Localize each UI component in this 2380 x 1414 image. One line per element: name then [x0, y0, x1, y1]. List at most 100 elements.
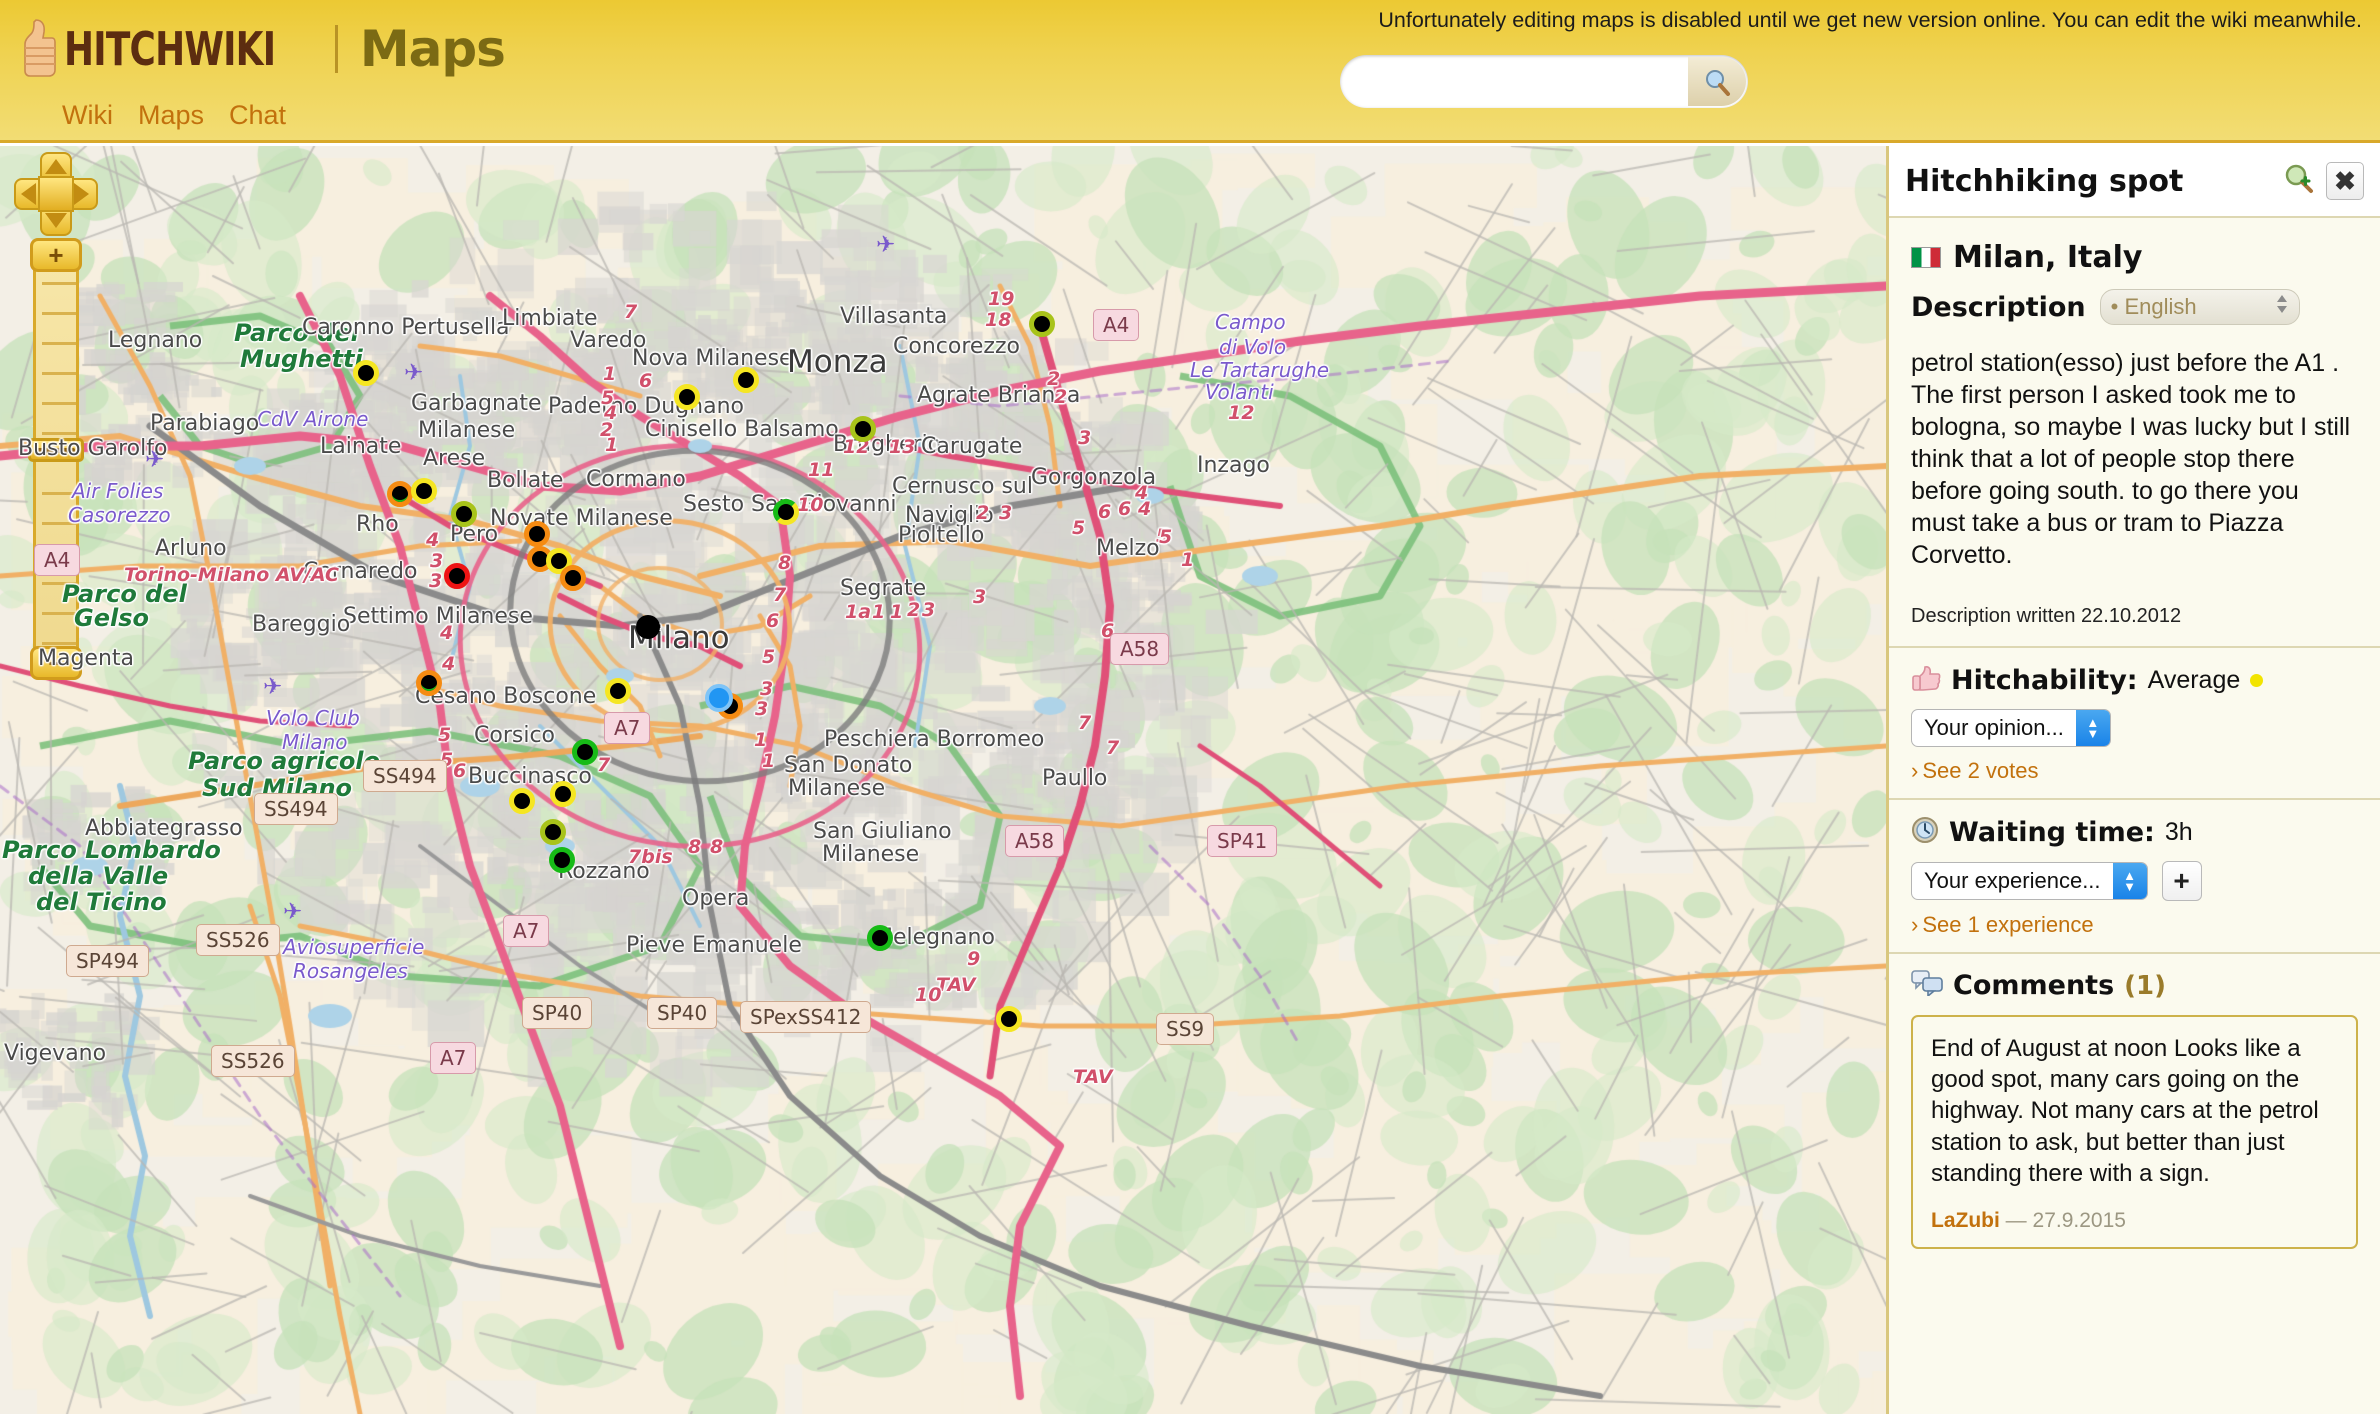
- map-road-shield: A4: [1093, 309, 1140, 341]
- waiting-time-header-row: Waiting time: 3h: [1911, 816, 2358, 849]
- hitchability-header-row: Hitchability: Average: [1911, 664, 2358, 697]
- pan-center-button[interactable]: [38, 176, 74, 212]
- nav-item-wiki[interactable]: Wiki: [62, 100, 113, 131]
- spot-title-row: Milan, Italy: [1911, 240, 2358, 275]
- hitchhiking-spot-marker[interactable]: [550, 781, 576, 807]
- hitchability-value: Average: [2147, 666, 2241, 694]
- hitchability-opinion-select[interactable]: Your opinion... ▲ ▼: [1911, 709, 2111, 747]
- hitchhiking-spot-marker[interactable]: [674, 384, 700, 410]
- hitchhiking-spot-marker[interactable]: [451, 501, 477, 527]
- editing-disabled-notice: Unfortunately editing maps is disabled u…: [1378, 8, 2362, 32]
- panel-title: Hitchhiking spot: [1905, 163, 2184, 199]
- zoom-slider-track[interactable]: [33, 251, 79, 676]
- comments-section: Comments (1) End of August at noon Looks…: [1889, 954, 2380, 1263]
- language-select[interactable]: • English: [2099, 289, 2300, 325]
- see-experience-link[interactable]: › See 1 experience: [1911, 912, 2358, 938]
- map-road-shield: SPexSS412: [740, 1001, 872, 1033]
- hitchhiking-spot-marker[interactable]: [867, 925, 893, 951]
- hitchhiking-spot-marker[interactable]: [850, 416, 876, 442]
- hitchhiking-spot-marker[interactable]: [605, 678, 631, 704]
- map-viewport[interactable]: + − Legnano Parco dei Mughetti Caronno Pert…: [0, 146, 1886, 1414]
- hitchhiking-spot-marker[interactable]: [416, 670, 442, 696]
- logo-divider: [334, 25, 338, 73]
- comment-item: End of August at noon Looks like a good …: [1911, 1015, 2358, 1249]
- pan-right-arrow-icon: [74, 183, 89, 205]
- map-road-shield: SS494: [254, 793, 338, 825]
- waiting-time-experience-value: Your experience...: [1924, 868, 2101, 893]
- comment-meta: LaZubi — 27.9.2015: [1931, 1209, 2338, 1233]
- map-road-shield: A7: [503, 915, 550, 947]
- comments-label: Comments: [1953, 970, 2115, 1001]
- hitchhiking-spot-marker[interactable]: [353, 360, 379, 386]
- map-tiles[interactable]: [0, 146, 1886, 1414]
- map-road-shield: A7: [430, 1042, 477, 1074]
- spot-description-section: Milan, Italy Description • English petro…: [1889, 218, 2380, 648]
- spot-detail-panel: Hitchhiking spot ✖ Milan, Italy Descript…: [1886, 146, 2380, 1414]
- hitchhiking-spot-marker[interactable]: [444, 563, 470, 589]
- nav-item-maps[interactable]: Maps: [138, 100, 204, 131]
- map-road-shield: SP40: [522, 997, 593, 1029]
- airfield-icon: ✈: [876, 231, 896, 257]
- hitchability-rating-dot: [2250, 674, 2264, 687]
- airfield-icon: ✈: [283, 898, 303, 924]
- selected-spot-marker[interactable]: [705, 684, 733, 712]
- comment-bubbles-icon: [1911, 970, 1943, 1001]
- zoom-out-button[interactable]: −: [30, 646, 82, 680]
- brand-block: HITCHWIKI Maps: [22, 14, 506, 84]
- comment-text: End of August at noon Looks like a good …: [1931, 1035, 2319, 1187]
- description-text: petrol station(esso) just before the A1 …: [1911, 349, 2351, 569]
- hitchhiking-spot-marker[interactable]: [996, 1006, 1022, 1032]
- spot-name-label: Milan, Italy: [1953, 240, 2143, 275]
- map-road-shield: SP40: [647, 997, 718, 1029]
- description-written-date: Description written 22.10.2012: [1911, 605, 2182, 627]
- hitchhiking-spot-marker[interactable]: [572, 739, 598, 765]
- map-road-shield: SS526: [211, 1045, 295, 1077]
- waiting-time-value: 3h: [2164, 818, 2193, 846]
- hitchhiking-spot-marker[interactable]: [773, 499, 799, 525]
- comment-author[interactable]: LaZubi: [1931, 1209, 2000, 1232]
- add-experience-button[interactable]: +: [2161, 861, 2202, 901]
- zoom-to-spot-icon[interactable]: [2282, 162, 2316, 201]
- italy-flag-icon: [1911, 247, 1941, 268]
- hitchhiking-spot-marker[interactable]: [411, 478, 437, 504]
- see-votes-label: See 2 votes: [1922, 758, 2039, 783]
- hitchhiking-spot-marker[interactable]: [509, 788, 535, 814]
- waiting-time-controls: Your experience... ▲ ▼ +: [1911, 861, 2358, 901]
- hitchability-controls: Your opinion... ▲ ▼: [1911, 709, 2358, 747]
- hitchhiking-spot-marker[interactable]: [387, 481, 413, 507]
- map-pan-control[interactable]: [14, 152, 98, 236]
- search-box[interactable]: [1340, 55, 1748, 108]
- hitchhiking-spot-marker[interactable]: [733, 367, 759, 393]
- hitchability-label: Hitchability:: [1951, 665, 2138, 696]
- search-button[interactable]: [1688, 57, 1746, 106]
- map-road-shield: A7: [604, 712, 651, 744]
- pan-left-arrow-icon: [21, 183, 36, 205]
- thumbs-up-logo-icon: [22, 18, 56, 80]
- hitchhiking-spot-marker[interactable]: [540, 819, 566, 845]
- main-nav: Wiki Maps Chat: [62, 100, 286, 131]
- site-logo-subtitle: Maps: [359, 20, 506, 78]
- hitchhiking-spot-marker[interactable]: [549, 847, 575, 873]
- chevron-updown-icon: [2275, 293, 2289, 321]
- pan-down-arrow-icon: [45, 213, 67, 228]
- search-input[interactable]: [1340, 55, 1688, 108]
- close-panel-button[interactable]: ✖: [2326, 162, 2364, 200]
- zoom-slider-handle[interactable]: [28, 438, 84, 462]
- site-logo-text[interactable]: HITCHWIKI: [64, 22, 276, 76]
- zoom-in-button[interactable]: +: [30, 238, 82, 272]
- chevron-updown-icon: ▲ ▼: [2112, 863, 2147, 899]
- hitchhiking-spot-marker[interactable]: [524, 521, 550, 547]
- comment-date: 27.9.2015: [2032, 1208, 2126, 1232]
- airfield-icon: ✈: [145, 446, 165, 472]
- see-experience-label: See 1 experience: [1922, 912, 2094, 937]
- language-select-value: • English: [2110, 294, 2197, 319]
- description-label: Description: [1911, 291, 2086, 323]
- hitchhiking-spot-marker[interactable]: [636, 615, 660, 639]
- hitchhiking-spot-marker[interactable]: [1029, 311, 1055, 337]
- hitchhiking-spot-marker[interactable]: [560, 565, 586, 591]
- waiting-time-experience-select[interactable]: Your experience... ▲ ▼: [1911, 862, 2148, 900]
- nav-item-chat[interactable]: Chat: [229, 100, 286, 131]
- pan-up-arrow-icon: [45, 159, 67, 174]
- see-votes-link[interactable]: › See 2 votes: [1911, 758, 2358, 784]
- map-road-shield: SS494: [363, 760, 447, 792]
